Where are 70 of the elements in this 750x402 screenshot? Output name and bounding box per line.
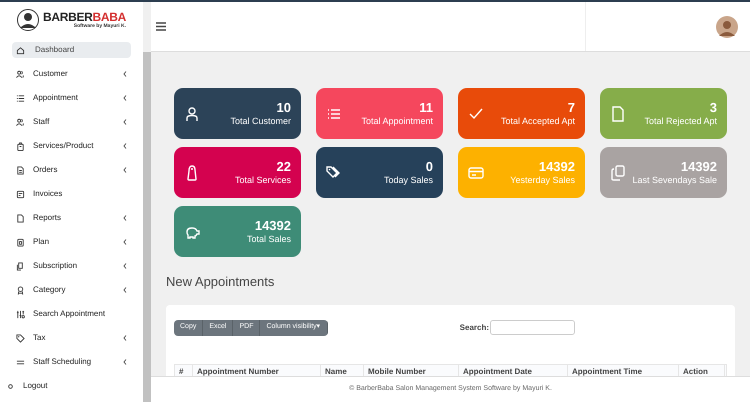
stat-label: Total Rejected Apt: [644, 116, 717, 128]
stat-label: Total Accepted Apt: [500, 116, 575, 128]
stat-value: 7: [568, 100, 575, 116]
chevron-icon: [123, 95, 127, 101]
sidebar-item[interactable]: Tax: [12, 330, 131, 346]
users-icon: [16, 70, 25, 78]
sidebar-item[interactable]: Search Appointment: [12, 306, 131, 322]
award-icon: [16, 286, 25, 294]
stat-value: 14392: [538, 158, 575, 175]
sidebar-item[interactable]: Reports: [12, 210, 131, 226]
search-field[interactable]: [490, 320, 576, 334]
scrollbar[interactable]: [143, 52, 151, 402]
sidebar-item[interactable]: Services/Product: [12, 138, 131, 154]
stat-label: Total Appointment: [361, 116, 433, 128]
stat-value: 0: [426, 158, 433, 175]
stat-label: Today Sales: [384, 175, 433, 186]
chevron-icon: [123, 119, 127, 125]
sidebar-item[interactable]: Plan: [12, 234, 131, 250]
stat-value: 11: [419, 100, 433, 116]
file-icon: [16, 214, 25, 222]
copy-icon: [610, 164, 626, 180]
stat-value: 14392: [254, 218, 291, 234]
list-icon: [16, 94, 25, 102]
user-avatar[interactable]: [716, 16, 738, 38]
stat-value: 10: [276, 100, 291, 116]
brand-logo-text: BARBERBABA: [42, 11, 126, 23]
chevron-icon: [123, 167, 127, 173]
tags-icon: [326, 164, 342, 180]
chevron-icon: [123, 359, 127, 365]
stat-value: 3: [710, 100, 717, 116]
copy-icon: [16, 262, 25, 270]
chevron-icon: [123, 287, 127, 293]
menu-icon[interactable]: [156, 22, 166, 31]
invoice-icon: [16, 190, 25, 198]
sidebar-item[interactable]: Staff Scheduling: [12, 354, 131, 370]
chevron-icon: [123, 143, 127, 149]
chevron-icon: [123, 263, 127, 269]
sidebar-item[interactable]: Customer: [12, 66, 131, 82]
chevron-icon: [123, 215, 127, 221]
section-title: New Appointments: [166, 273, 276, 291]
stat-value: 14392: [680, 158, 717, 175]
stat-value: 22: [276, 158, 291, 175]
document-icon: [16, 166, 25, 174]
chevron-icon: [123, 335, 127, 341]
sidebar-item[interactable]: Category: [12, 282, 131, 298]
credit-card-icon: [468, 164, 484, 180]
home-icon: [16, 46, 25, 54]
sidebar-item[interactable]: Orders: [12, 162, 131, 178]
sidebar-item[interactable]: Appointment: [12, 90, 131, 106]
sidebar-item[interactable]: Subscription: [12, 258, 131, 274]
sidebar-item[interactable]: Invoices: [12, 186, 131, 202]
clipboard-icon: [16, 238, 25, 246]
circle-icon: [6, 382, 15, 390]
user-icon: [184, 106, 200, 122]
search-label: Search:: [460, 322, 490, 334]
sliders-icon: [16, 310, 25, 318]
users-icon: [16, 118, 25, 126]
chevron-icon: [123, 239, 127, 245]
stat-label: Total Customer: [230, 116, 291, 128]
file-icon: [610, 106, 626, 122]
bars-icon: [16, 358, 25, 366]
stat-label: Last Sevendays Sale: [632, 175, 717, 186]
chevron-icon: [123, 71, 127, 77]
stat-label: Yesterday Sales: [510, 175, 575, 186]
barber-figure-icon: [16, 8, 39, 32]
sidebar-item[interactable]: Staff: [12, 114, 131, 130]
stat-label: Total Services: [234, 175, 291, 186]
stat-label: Total Sales: [246, 234, 291, 246]
sidebar-item[interactable]: Dashboard: [12, 42, 131, 58]
sidebar-item[interactable]: Logout: [2, 378, 131, 394]
